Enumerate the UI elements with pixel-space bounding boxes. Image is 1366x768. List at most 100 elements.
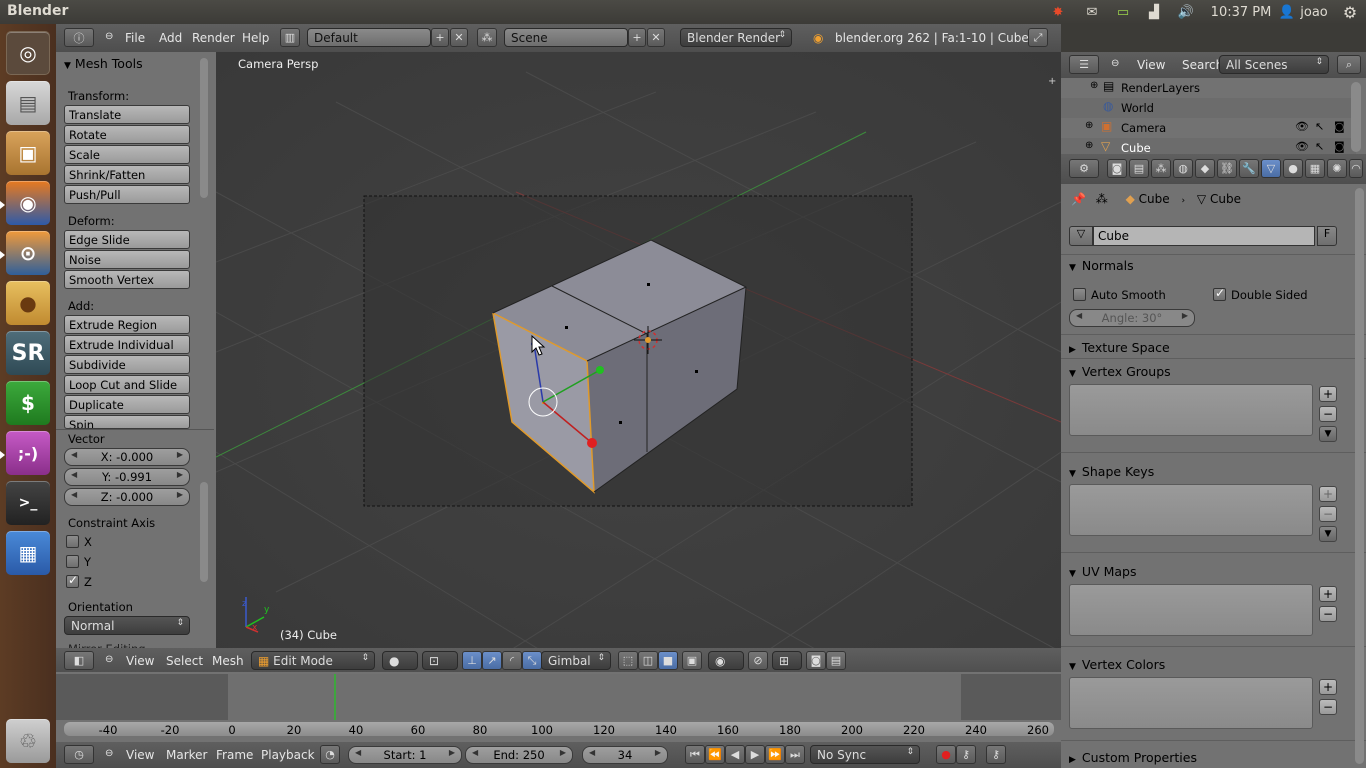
loop-cut-button[interactable]: Loop Cut and Slide (64, 375, 190, 394)
jump-keyframe-forward-icon[interactable]: ⏩ (765, 745, 785, 764)
occlude-icon[interactable]: ▣ (682, 651, 702, 670)
chat-icon[interactable]: ;-) (6, 431, 50, 475)
tl-menu-marker[interactable]: Marker (166, 748, 207, 762)
vector-x-field[interactable]: ◀ X: -0.000 ▶ (64, 448, 190, 466)
extrude-region-button[interactable]: Extrude Region (64, 315, 190, 334)
face-select-icon[interactable]: ■ (658, 651, 678, 670)
user-icon[interactable]: 👤 (1279, 3, 1295, 21)
menu-render[interactable]: Render (192, 31, 235, 45)
orientation-select[interactable]: Normal ⇕ (64, 616, 190, 635)
custom-properties-panel-header[interactable]: ▶ Custom Properties (1069, 750, 1351, 768)
constraint-z-checkbox[interactable] (66, 573, 79, 588)
auto-smooth-checkbox[interactable] (1073, 288, 1086, 301)
keyingset-icon[interactable]: ⚷ (986, 745, 1006, 764)
fullscreen-icon[interactable]: ⤢ (1028, 28, 1048, 47)
tl-menu-playback[interactable]: Playback (261, 748, 315, 762)
archive-icon[interactable]: ▣ (6, 131, 50, 175)
outliner-row-world[interactable]: ◍ World (1061, 98, 1356, 118)
3d-collapse-icon[interactable]: ⊖ (105, 654, 113, 665)
vertex-groups-list[interactable] (1069, 384, 1313, 436)
edge-slide-button[interactable]: Edge Slide (64, 230, 190, 249)
visibility-eye-icon[interactable]: 👁 (1295, 120, 1309, 133)
vector-y-field[interactable]: ◀ Y: -0.991 ▶ (64, 468, 190, 486)
current-frame-field[interactable]: ◀ 34 ▶ (582, 746, 668, 764)
expand-icon[interactable]: ⊕ (1085, 120, 1093, 131)
vector-z-field[interactable]: ◀ Z: -0.000 ▶ (64, 488, 190, 506)
push-pull-button[interactable]: Push/Pull (64, 185, 190, 204)
outliner-row-renderlayers[interactable]: ⊕ ▤ RenderLayers (1061, 78, 1356, 98)
render-preview-icon[interactable]: ◙ (806, 651, 826, 670)
viewport-canvas[interactable]: x y z + (216, 52, 1061, 672)
properties-editor-type-icon[interactable]: ⚙ (1069, 159, 1099, 178)
outliner-editor-type-icon[interactable]: ☰ (1069, 55, 1099, 74)
layout-select[interactable]: Default (307, 28, 431, 47)
transform-orientation-select[interactable]: Gimbal ⇕ (541, 651, 611, 670)
toolshelf-scrollbar-lower[interactable] (200, 482, 208, 582)
shape-keys-list[interactable] (1069, 484, 1313, 536)
noise-button[interactable]: Noise (64, 250, 190, 269)
expand-icon[interactable]: ⊕ (1085, 140, 1093, 151)
pin-icon[interactable]: 📌 (1071, 192, 1086, 206)
constraint-x-checkbox[interactable] (66, 535, 79, 548)
terminal-icon[interactable]: >_ (6, 481, 50, 525)
3d-editor-type-icon[interactable]: ◧ (64, 651, 94, 670)
manipulator-toggle-icon[interactable]: ⊥ (462, 651, 482, 670)
money-icon[interactable]: $ (6, 381, 50, 425)
tab-constraints-icon[interactable]: ⛓ (1217, 159, 1237, 178)
vertex-groups-panel-header[interactable]: ▼ Vertex Groups (1069, 364, 1351, 386)
tab-texture-icon[interactable]: ▦ (1305, 159, 1325, 178)
proportional-select[interactable]: ◉ (708, 651, 744, 670)
tab-layers-icon[interactable]: ▤ (1129, 159, 1149, 178)
blender-icon[interactable]: ⊙ (6, 231, 50, 275)
scene-add-icon[interactable]: + (628, 28, 646, 47)
tl-menu-frame[interactable]: Frame (216, 748, 253, 762)
smooth-vertex-button[interactable]: Smooth Vertex (64, 270, 190, 289)
outliner-search-icon[interactable]: ⌕ (1337, 55, 1361, 74)
menu-help[interactable]: Help (242, 31, 269, 45)
vertex-group-add-icon[interactable]: + (1319, 386, 1337, 402)
user-name[interactable]: joao (1296, 3, 1332, 21)
constraint-y-checkbox[interactable] (66, 555, 79, 568)
layout-remove-icon[interactable]: ✕ (450, 28, 468, 47)
select-arrow-icon[interactable]: ↖ (1315, 140, 1324, 153)
render-camera-icon[interactable]: ◙ (1334, 120, 1345, 133)
rotate-manipulator-icon[interactable]: ◜ (502, 651, 522, 670)
play-icon[interactable]: ▶ (745, 745, 765, 764)
shape-key-menu-icon[interactable]: ▼ (1319, 526, 1337, 542)
menu-file[interactable]: File (125, 31, 145, 45)
uv-map-remove-icon[interactable]: − (1319, 606, 1337, 622)
end-frame-field[interactable]: ◀ End: 250 ▶ (465, 746, 573, 764)
mesh-browse-icon[interactable]: ▽ (1069, 226, 1093, 246)
subdivide-button[interactable]: Subdivide (64, 355, 190, 374)
tab-scene-icon[interactable]: ⁂ (1151, 159, 1171, 178)
3d-menu-view[interactable]: View (126, 654, 154, 668)
firefox-icon[interactable]: ◉ (6, 181, 50, 225)
outliner-filter-select[interactable]: All Scenes ⇕ (1219, 55, 1329, 74)
record-icon[interactable]: ● (936, 745, 956, 764)
volume-icon[interactable]: 🔊 (1175, 3, 1197, 21)
outliner-collapse-icon[interactable]: ⊖ (1111, 58, 1119, 69)
layout-add-icon[interactable]: + (431, 28, 449, 47)
scene-icon[interactable]: ⁂ (477, 28, 497, 47)
scale-button[interactable]: Scale (64, 145, 190, 164)
tab-material-icon[interactable]: ● (1283, 159, 1303, 178)
tl-menu-view[interactable]: View (126, 748, 154, 762)
scene-remove-icon[interactable]: ✕ (647, 28, 665, 47)
shape-key-remove-icon[interactable]: − (1319, 506, 1337, 522)
3d-menu-mesh[interactable]: Mesh (212, 654, 244, 668)
snap-select[interactable]: ⊞ (772, 651, 802, 670)
sync-select[interactable]: No Sync ⇕ (810, 745, 920, 764)
uv-maps-list[interactable] (1069, 584, 1313, 636)
workspace-icon[interactable]: ▦ (6, 531, 50, 575)
select-arrow-icon[interactable]: ↖ (1315, 120, 1324, 133)
properties-scrollbar[interactable] (1355, 188, 1364, 764)
render-engine-select[interactable]: Blender Render ⇕ (680, 28, 792, 47)
play-reverse-icon[interactable]: ◀ (725, 745, 745, 764)
3d-viewport[interactable]: x y z + Camera Persp (34) Cube (216, 52, 1061, 672)
mode-select[interactable]: ▦ Edit Mode ⇕ (251, 651, 375, 670)
translate-button[interactable]: Translate (64, 105, 190, 124)
shape-keys-panel-header[interactable]: ▼ Shape Keys (1069, 464, 1351, 486)
mesh-tools-header[interactable]: ▼ Mesh Tools (64, 56, 143, 71)
render-camera-icon[interactable]: ◙ (1334, 140, 1345, 153)
tab-world-icon[interactable]: ◍ (1173, 159, 1193, 178)
